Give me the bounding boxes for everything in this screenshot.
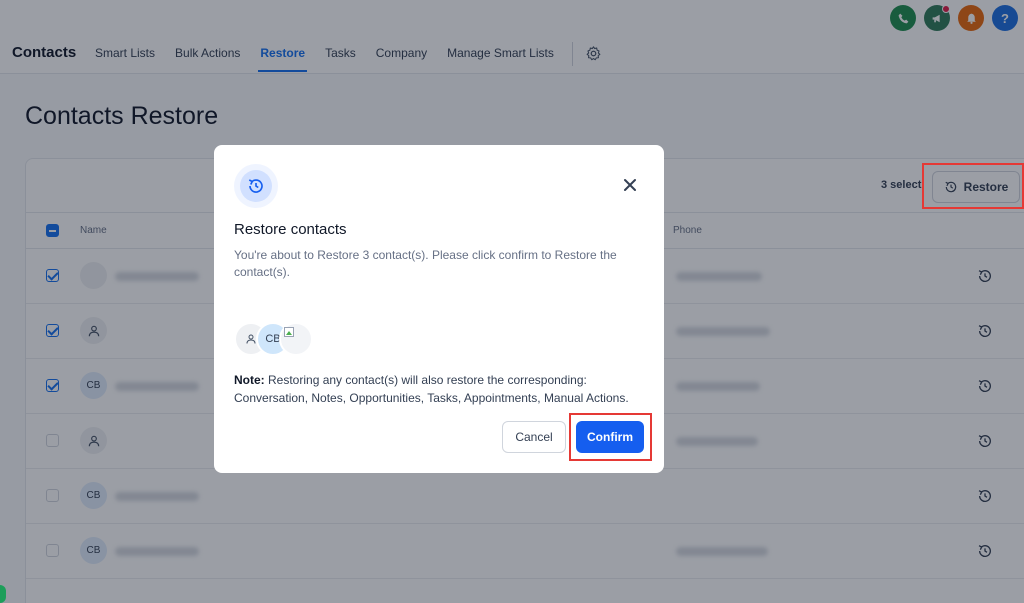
- modal-title: Restore contacts: [234, 221, 347, 238]
- note-label: Note:: [234, 373, 265, 387]
- modal-description: You're about to Restore 3 contact(s). Pl…: [234, 248, 617, 279]
- restore-button-highlight: [922, 163, 1024, 209]
- note-text: Restoring any contact(s) will also resto…: [234, 373, 629, 405]
- restore-icon: [234, 164, 278, 208]
- cancel-button[interactable]: Cancel: [502, 421, 566, 453]
- confirm-button-highlight: [569, 413, 652, 461]
- restore-contacts-modal: Restore contacts You're about to Restore…: [214, 145, 664, 473]
- modal-note: Note: Restoring any contact(s) will also…: [234, 371, 654, 407]
- avatar-image: [279, 322, 313, 356]
- close-icon[interactable]: [622, 177, 638, 193]
- avatar-stack: CB: [234, 322, 334, 356]
